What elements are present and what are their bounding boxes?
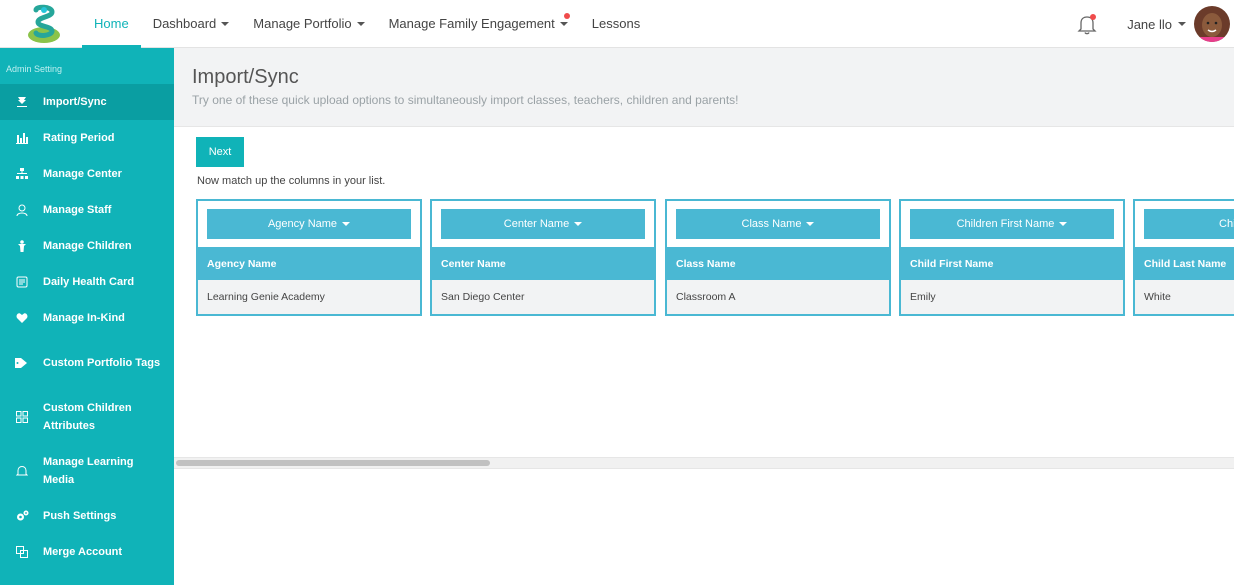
nav-home[interactable]: Home (82, 0, 141, 48)
child-icon (14, 238, 30, 254)
gears-icon (14, 508, 30, 524)
page-subtitle: Try one of these quick upload options to… (192, 93, 739, 107)
sidebar-item-label: Daily Health Card (43, 276, 135, 288)
dropdown-label: Center Name (503, 218, 570, 230)
sidebar-item-label: Manage Learning Media (43, 456, 134, 486)
app-logo[interactable] (26, 4, 62, 44)
sidebar-item-label: Manage In-Kind (43, 312, 125, 324)
column-sample-value: Emily (901, 280, 1123, 314)
sidebar-item-custom-children-attributes[interactable]: Custom Children Attributes (0, 390, 174, 444)
user-name[interactable]: Jane llo (1127, 17, 1172, 32)
sidebar-item-label: Manage Staff (43, 204, 112, 216)
sidebar-item-manage-center[interactable]: Manage Center (0, 156, 174, 192)
sidebar-item-label: Merge Account (43, 546, 123, 558)
nav-lessons[interactable]: Lessons (580, 0, 652, 48)
notification-dot (563, 12, 570, 19)
caret-down-icon (806, 222, 815, 226)
column-mapping-dropdown[interactable]: Children First Name (910, 209, 1114, 239)
caret-down-icon (574, 222, 583, 226)
dropdown-label: Children (1219, 218, 1234, 230)
column-header: Agency Name (198, 247, 420, 280)
column-header: Center Name (432, 247, 654, 280)
dropdown-label: Children First Name (956, 218, 1055, 230)
caret-down-icon (342, 222, 351, 226)
dropdown-label: Class Name (741, 218, 802, 230)
column-header: Child First Name (901, 247, 1123, 280)
next-button[interactable]: Next (196, 137, 244, 167)
sidebar-item-rating-period[interactable]: Rating Period (0, 120, 174, 156)
match-instruction: Now match up the columns in your list. (197, 175, 386, 187)
health-card-icon (14, 274, 30, 290)
sidebar-section-label: Admin Setting (6, 64, 63, 74)
column-card: Class Name Class Name Classroom A (665, 199, 891, 316)
nav-manage-portfolio-label: Manage Portfolio (253, 16, 352, 31)
column-mapping-dropdown[interactable]: Class Name (676, 209, 880, 239)
user-area: Jane llo (1077, 0, 1234, 48)
column-mapping-dropdown[interactable]: Children (1144, 209, 1234, 239)
column-header: Class Name (667, 247, 889, 280)
column-mapping-dropdown[interactable]: Center Name (441, 209, 645, 239)
column-sample-value: Classroom A (667, 280, 889, 314)
sidebar-item-import-sync[interactable]: Import/Sync (0, 84, 174, 120)
sidebar-item-manage-in-kind[interactable]: Manage In-Kind (0, 300, 174, 336)
sidebar-item-merge-account[interactable]: Merge Account (0, 534, 174, 570)
column-sample-value: Learning Genie Academy (198, 280, 420, 314)
horizontal-scrollbar[interactable] (174, 457, 1234, 469)
caret-down-icon (356, 21, 365, 26)
dropdown-label: Agency Name (267, 218, 338, 230)
sidebar: Admin Setting Import/Sync Rating Period … (0, 48, 174, 585)
bell-icon (14, 463, 30, 479)
merge-icon (14, 544, 30, 560)
sidebar-item-label: Rating Period (43, 132, 115, 144)
bar-chart-icon (14, 130, 30, 146)
nav-home-label: Home (94, 16, 129, 31)
sidebar-item-push-settings[interactable]: Push Settings (0, 498, 174, 534)
main-nav: Home Dashboard Manage Portfolio Manage F… (82, 0, 652, 48)
import-content: Next Now match up the columns in your li… (174, 127, 1234, 457)
sidebar-item-label: Manage Center (43, 168, 122, 180)
page-title: Import/Sync (192, 66, 299, 88)
scrollbar-thumb[interactable] (176, 460, 490, 466)
page-header: Import/Sync Try one of these quick uploa… (174, 48, 1234, 127)
user-avatar[interactable] (1194, 6, 1230, 42)
sidebar-item-label: Custom Children Attributes (43, 402, 132, 432)
sidebar-item-label: Custom Portfolio Tags (43, 357, 161, 369)
sidebar-item-label: Push Settings (43, 510, 117, 522)
sidebar-item-manage-staff[interactable]: Manage Staff (0, 192, 174, 228)
sidebar-item-label: Import/Sync (43, 96, 107, 108)
tags-icon (14, 355, 30, 371)
caret-down-icon (221, 21, 230, 26)
grid-icon (14, 409, 30, 425)
column-card: Children First Name Child First Name Emi… (899, 199, 1125, 316)
sidebar-item-manage-learning-media[interactable]: Manage Learning Media (0, 444, 174, 498)
column-sample-value: San Diego Center (432, 280, 654, 314)
nav-lessons-label: Lessons (591, 16, 641, 31)
nav-dashboard-label: Dashboard (152, 16, 217, 31)
caret-down-icon (559, 21, 568, 26)
top-navbar: Home Dashboard Manage Portfolio Manage F… (0, 0, 1234, 48)
heart-icon (14, 310, 30, 326)
staff-icon (14, 202, 30, 218)
nav-manage-family-engagement[interactable]: Manage Family Engagement (377, 0, 580, 48)
nav-dashboard[interactable]: Dashboard (141, 0, 242, 48)
column-sample-value: White (1135, 280, 1234, 314)
nav-manage-portfolio[interactable]: Manage Portfolio (241, 0, 376, 48)
column-card: Center Name Center Name San Diego Center (430, 199, 656, 316)
user-caret-down-icon[interactable] (1178, 22, 1186, 26)
import-icon (14, 94, 30, 110)
sidebar-item-manage-children[interactable]: Manage Children (0, 228, 174, 264)
sidebar-item-label: Manage Children (43, 240, 132, 252)
caret-down-icon (1059, 222, 1068, 226)
column-card: Children Child Last Name White (1133, 199, 1234, 316)
sitemap-icon (14, 166, 30, 182)
column-mapping-dropdown[interactable]: Agency Name (207, 209, 411, 239)
sidebar-item-daily-health-card[interactable]: Daily Health Card (0, 264, 174, 300)
column-card: Agency Name Agency Name Learning Genie A… (196, 199, 422, 316)
sidebar-item-custom-portfolio-tags[interactable]: Custom Portfolio Tags (0, 336, 174, 390)
notification-bell-icon[interactable] (1077, 13, 1097, 35)
nav-family-engagement-label: Manage Family Engagement (388, 16, 555, 31)
column-header: Child Last Name (1135, 247, 1234, 280)
